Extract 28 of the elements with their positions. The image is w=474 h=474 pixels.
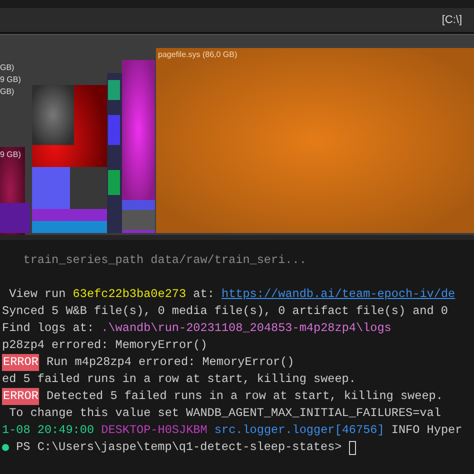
terminal-text: To change this value set WANDB_AGENT_MAX_INITIAL_FAILURES=val	[8, 405, 441, 422]
treemap-label: 9 GB)	[0, 75, 21, 84]
treemap-label: GB)	[0, 87, 16, 96]
terminal-text: ed 5 failed runs in a row at start, killing sweep.	[2, 371, 356, 388]
terminal-text: View run	[8, 286, 67, 303]
terminal-text: 63efc22b3ba0e273	[72, 286, 186, 303]
error-badge: ERROR	[2, 354, 40, 371]
terminal-text: DESKTOP-H0SJKBM	[101, 422, 208, 439]
terminal-text: Synced 5 W&B file(s), 0 media file(s), 0 artifact file(s) and 0	[2, 303, 448, 320]
terminal-text: Run m4p28zp4 errored: MemoryError()	[45, 354, 294, 371]
terminal-text: 1-08 20:49:00	[2, 422, 96, 439]
terminal-text: src.logger.logger[46756]	[214, 422, 384, 439]
run-link[interactable]: https://wandb.ai/team-epoch-iv/de	[221, 286, 456, 303]
terminal-text: at:	[192, 286, 216, 303]
terminal-text: Find logs at:	[2, 320, 96, 337]
status-dot-icon	[2, 444, 9, 451]
drive-label: [C:\]	[442, 12, 462, 28]
terminal-text: .\wandb\run-20231108_204853-m4p28zp4\logs	[101, 320, 392, 337]
terminal-text: PS C:\Users\jaspe\temp\q1-detect-sleep-states>	[15, 439, 343, 456]
treemap-label: pagefile.sys (86,0 GB)	[158, 51, 238, 59]
terminal-text: train_series_path data/raw/train_seri...	[22, 253, 306, 267]
terminal-text: Detected 5 failed runs in a row at start, killing sweep.	[45, 388, 443, 405]
terminal-text: p28zp4 errored: MemoryError()	[2, 337, 208, 354]
terminal-text: INFO Hyper	[390, 422, 462, 439]
treemap-label: GB)	[0, 63, 16, 72]
error-badge: ERROR	[2, 388, 40, 405]
treemap-label: 9 GB)	[0, 150, 21, 159]
cursor	[348, 440, 356, 454]
